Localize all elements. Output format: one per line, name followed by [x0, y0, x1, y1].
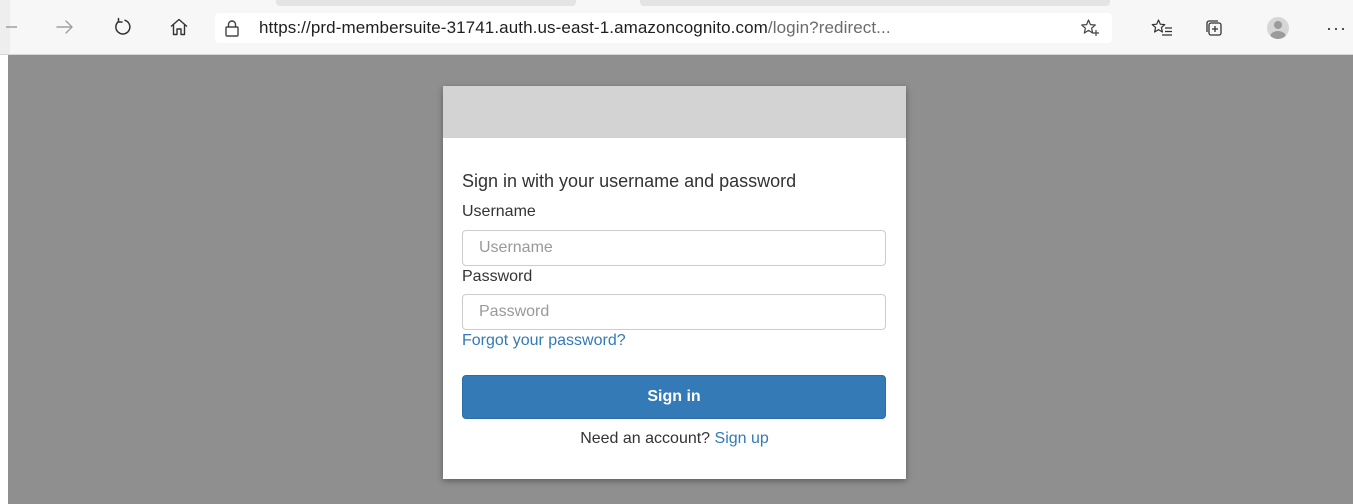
forgot-password-link[interactable]: Forgot your password? [462, 332, 626, 350]
url-host: https://prd-membersuite-31741.auth.us-ea… [259, 18, 768, 37]
browser-toolbar: https://prd-membersuite-31741.auth.us-ea… [0, 0, 1353, 55]
profile-avatar-icon [1267, 17, 1289, 39]
home-icon [170, 18, 188, 36]
username-label: Username [462, 203, 536, 220]
sign-in-button[interactable]: Sign in [462, 375, 886, 419]
username-input[interactable] [462, 230, 886, 266]
back-arrow-icon [6, 26, 17, 28]
login-banner [443, 86, 906, 138]
home-button[interactable] [166, 14, 192, 40]
tab-strip-remnant [276, 0, 576, 6]
page-left-edge [0, 55, 8, 504]
login-card: Sign in with your username and password … [443, 86, 906, 479]
profile-button[interactable] [1266, 16, 1290, 40]
address-url[interactable]: https://prd-membersuite-31741.auth.us-ea… [259, 18, 891, 38]
forward-arrow-icon [56, 20, 73, 34]
signup-prompt: Need an account? [580, 430, 711, 447]
password-label: Password [462, 268, 533, 285]
back-button[interactable] [4, 14, 18, 40]
password-input[interactable] [462, 294, 886, 330]
favorites-icon [1151, 19, 1172, 36]
url-path: /login?redirect... [767, 18, 891, 37]
lock-icon[interactable] [223, 19, 241, 37]
refresh-button[interactable] [110, 14, 136, 40]
forward-button[interactable] [52, 14, 78, 40]
address-bar[interactable]: https://prd-membersuite-31741.auth.us-ea… [215, 13, 1112, 43]
refresh-icon [115, 17, 131, 35]
signup-line: Need an account? Sign up [443, 430, 906, 448]
more-button[interactable]: ··· [1326, 16, 1353, 40]
tab-strip-remnant [640, 0, 1110, 6]
favorites-button[interactable] [1150, 16, 1174, 40]
sign-up-link[interactable]: Sign up [715, 430, 769, 447]
login-title: Sign in with your username and password [462, 171, 797, 191]
collections-icon [1206, 20, 1222, 36]
collections-button[interactable] [1202, 16, 1226, 40]
more-icon: ··· [1326, 17, 1347, 38]
star-plus-icon[interactable] [1080, 18, 1100, 38]
